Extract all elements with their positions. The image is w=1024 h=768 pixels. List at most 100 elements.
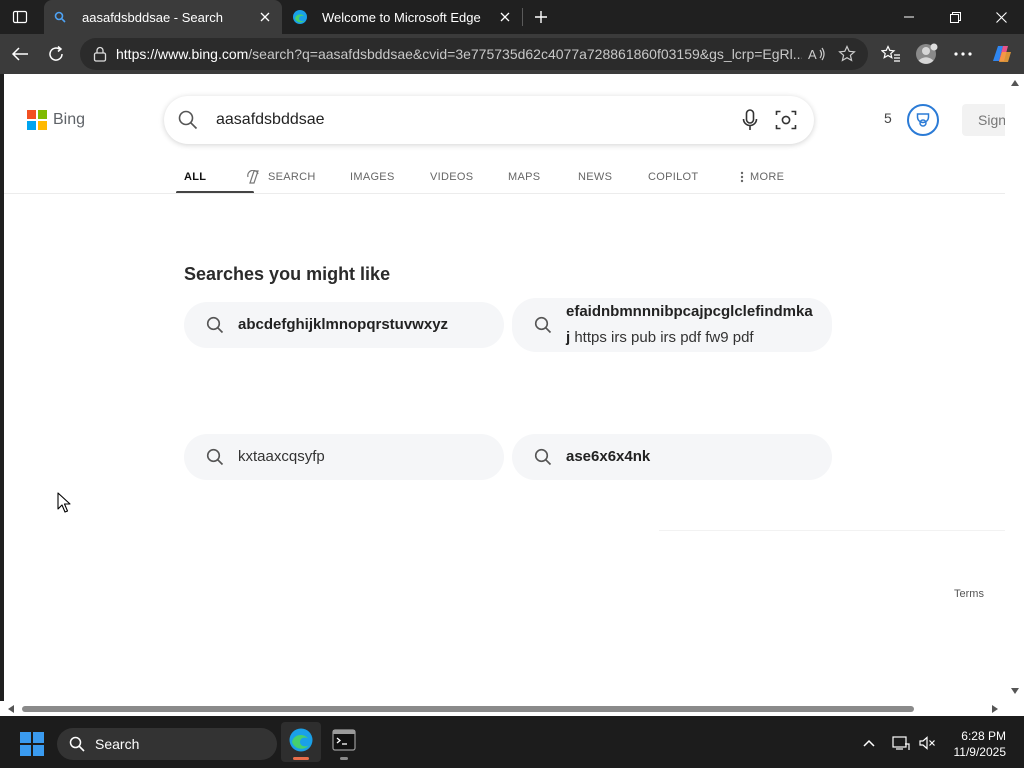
windows-taskbar: Search 6:28 PM 11/9/2025: [0, 716, 1024, 768]
search-favicon-icon: [52, 9, 68, 25]
rewards-count[interactable]: 5: [884, 110, 892, 126]
bing-logo-icon: [27, 110, 47, 130]
active-app-indicator: [293, 757, 309, 760]
restore-button[interactable]: [932, 0, 978, 34]
windows-start-icon[interactable]: [20, 732, 44, 756]
header-divider: [4, 193, 1005, 194]
search-icon: [532, 448, 554, 466]
related-search-text: ase6x6x4nk: [566, 444, 650, 470]
tab-news[interactable]: NEWS: [578, 160, 648, 194]
tab-title: Welcome to Microsoft Edge: [322, 9, 481, 25]
lock-icon[interactable]: [90, 46, 110, 62]
related-search-text: efaidnbmnnnibpcajpcglclefindmkaj https i…: [566, 299, 816, 351]
minimize-button[interactable]: [886, 0, 932, 34]
horizontal-scroll-thumb[interactable]: [22, 706, 914, 712]
taskbar-search-label: Search: [95, 736, 140, 752]
tab-actions-icon[interactable]: [6, 4, 34, 30]
mouse-cursor-icon: [57, 492, 71, 519]
related-search-text: kxtaaxcqsyfp: [238, 444, 325, 470]
more-options-icon[interactable]: [948, 40, 978, 68]
related-search-item[interactable]: ase6x6x4nk: [512, 434, 832, 480]
tab-separator: [522, 8, 523, 26]
tab-search[interactable]: aasafdsbddsae - Search: [44, 0, 282, 34]
url-text[interactable]: https://www.bing.com/search?q=aasafdsbdd…: [116, 46, 802, 62]
bing-logo[interactable]: Bing: [27, 110, 85, 130]
logo-text: Bing: [53, 111, 86, 128]
url-path: /search?q=aasafdsbddsae&cvid=3e775735d62…: [248, 46, 802, 62]
scroll-right-icon[interactable]: [990, 704, 1000, 714]
show-hidden-icons-chevron-icon[interactable]: [858, 732, 880, 754]
sign-in-button[interactable]: Sign in: [962, 104, 1005, 136]
microphone-icon[interactable]: [732, 102, 768, 138]
address-bar[interactable]: https://www.bing.com/search?q=aasafdsbdd…: [80, 38, 868, 70]
related-search-rest: https irs pub irs pdf fw9 pdf: [570, 329, 754, 346]
tab-videos[interactable]: VIDEOS: [430, 160, 508, 194]
related-searches-heading: Searches you might like: [184, 264, 391, 284]
taskbar-terminal-app[interactable]: [324, 722, 364, 762]
tab-images[interactable]: IMAGES: [350, 160, 430, 194]
profile-avatar-icon[interactable]: [912, 40, 942, 68]
page-viewport: Bing aasafdsbddsae 5 Sign in ALL SEARCH …: [4, 74, 1005, 701]
scroll-up-icon[interactable]: [1010, 78, 1020, 88]
rewards-trophy-icon[interactable]: [907, 104, 939, 136]
scroll-left-icon[interactable]: [6, 704, 16, 714]
network-icon[interactable]: [890, 732, 912, 754]
search-box[interactable]: aasafdsbddsae: [164, 96, 814, 144]
system-clock[interactable]: 6:28 PM 11/9/2025: [944, 728, 1007, 760]
copilot-icon[interactable]: [986, 40, 1016, 68]
terminal-icon: [332, 728, 356, 756]
edge-favicon-icon: [292, 9, 308, 25]
vertical-scrollbar[interactable]: [1005, 74, 1024, 701]
favorites-icon[interactable]: [876, 40, 906, 68]
svg-text:A: A: [808, 47, 817, 62]
refresh-button[interactable]: [42, 40, 70, 68]
read-aloud-icon[interactable]: A: [802, 39, 832, 69]
search-icon: [176, 110, 200, 130]
close-tab-icon[interactable]: [254, 6, 276, 28]
related-search-bold: ase6x6x4nk: [566, 448, 651, 465]
related-search-bold: abcdefghijklmnopqrstuvwxyz: [238, 316, 449, 333]
clock-time: 6:28 PM: [961, 729, 1006, 743]
search-input[interactable]: aasafdsbddsae: [216, 111, 732, 129]
new-tab-button[interactable]: [528, 4, 554, 30]
scroll-down-icon[interactable]: [1010, 686, 1020, 696]
related-searches-section: Searches you might like: [184, 264, 390, 285]
tab-copilot[interactable]: COPILOT: [648, 160, 740, 194]
tab-search[interactable]: SEARCH: [246, 160, 350, 194]
taskbar-edge-app[interactable]: [281, 722, 321, 762]
back-button[interactable]: [6, 40, 34, 68]
browser-titlebar: aasafdsbddsae - Search Welcome to Micros…: [0, 0, 1024, 34]
related-search-item[interactable]: efaidnbmnnnibpcajpcglclefindmkaj https i…: [512, 298, 832, 352]
tab-label: SEARCH: [268, 171, 316, 183]
footer-divider: [659, 530, 1005, 531]
search-scopes-nav: ALL SEARCH IMAGES VIDEOS MAPS NEWS COPIL…: [174, 160, 810, 194]
search-icon: [204, 448, 226, 466]
related-search-item[interactable]: abcdefghijklmnopqrstuvwxyz: [184, 302, 504, 348]
tab-more[interactable]: MORE: [740, 160, 810, 194]
close-tab-icon[interactable]: [494, 6, 516, 28]
copilot-search-icon: [246, 170, 262, 184]
url-host: https://www.bing.com: [116, 46, 249, 62]
terms-link[interactable]: Terms: [954, 588, 984, 600]
search-icon: [204, 316, 226, 334]
tab-welcome-edge[interactable]: Welcome to Microsoft Edge: [284, 0, 522, 34]
visual-search-icon[interactable]: [768, 102, 804, 138]
search-icon: [69, 736, 85, 752]
edge-icon: [288, 727, 314, 758]
related-search-rest: kxtaaxcqsyfp: [238, 448, 325, 465]
related-search-text: abcdefghijklmnopqrstuvwxyz: [238, 312, 448, 338]
tab-title: aasafdsbddsae - Search: [82, 9, 223, 25]
close-window-button[interactable]: [978, 0, 1024, 34]
related-search-item[interactable]: kxtaaxcqsyfp: [184, 434, 504, 480]
running-app-indicator: [340, 757, 348, 760]
clock-date: 11/9/2025: [953, 745, 1007, 759]
tab-all[interactable]: ALL: [174, 160, 254, 194]
favorite-star-icon[interactable]: [832, 39, 862, 69]
horizontal-scrollbar[interactable]: [0, 701, 1024, 716]
tab-label: MORE: [750, 171, 785, 183]
browser-toolbar: https://www.bing.com/search?q=aasafdsbdd…: [0, 34, 1024, 74]
search-icon: [532, 316, 554, 334]
volume-muted-icon[interactable]: [916, 732, 938, 754]
taskbar-search[interactable]: Search: [57, 728, 277, 760]
tab-maps[interactable]: MAPS: [508, 160, 578, 194]
